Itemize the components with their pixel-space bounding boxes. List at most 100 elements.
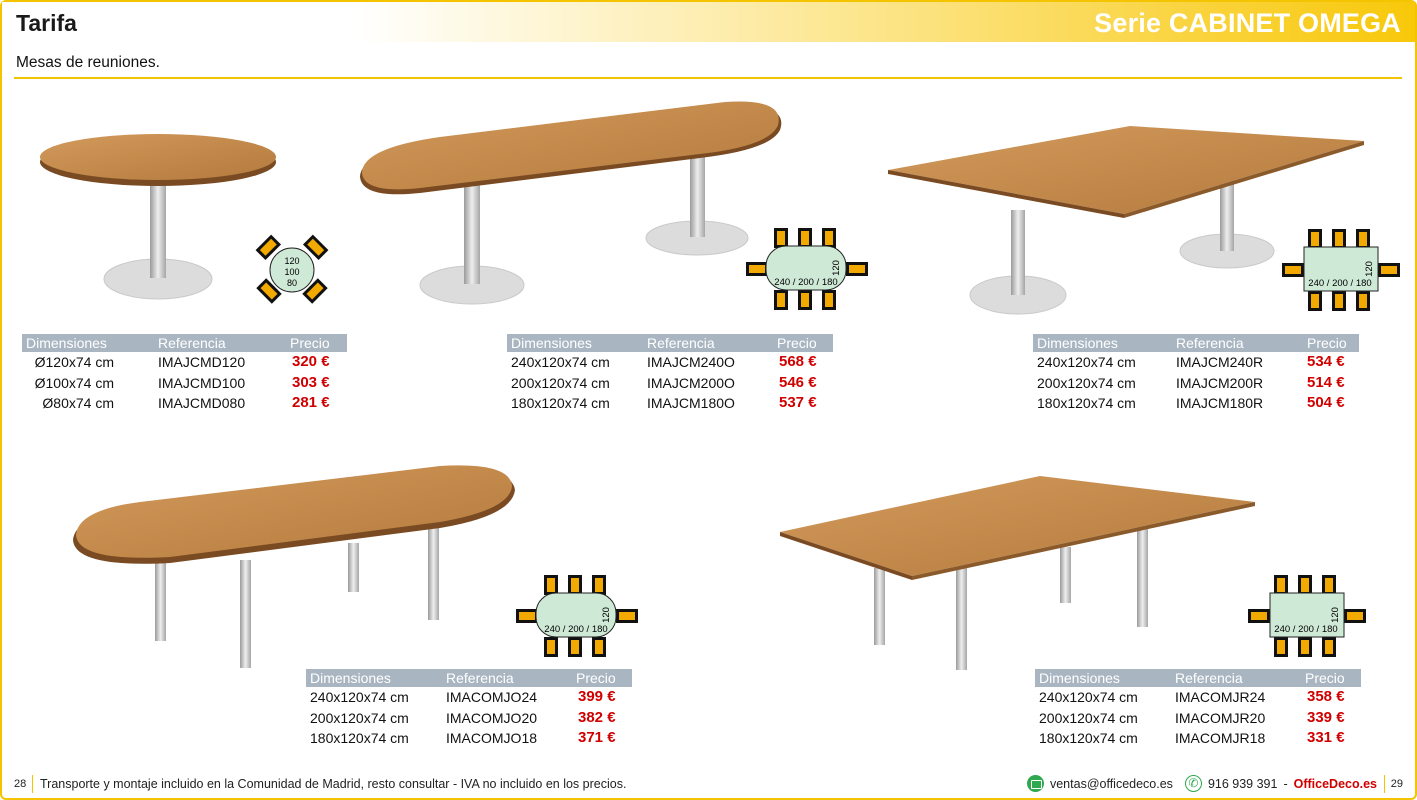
ref-cell: IMAJCM200R <box>1176 374 1264 391</box>
diagram-length: 240 / 200 / 180 <box>1308 278 1371 289</box>
dim-cell: 200x120x74 cm <box>1039 709 1138 726</box>
email-icon <box>1026 775 1044 792</box>
phone-icon: ✆ <box>1184 775 1202 792</box>
diagram-size-1: 120 <box>284 256 299 266</box>
diagram-width: 120 <box>1330 607 1341 623</box>
rect-table-4legs-image <box>780 476 1255 670</box>
price-table-2: Dimensiones Referencia Precio 240x120x74… <box>507 334 833 414</box>
price-cell: 382 € <box>578 708 616 726</box>
diagram-width: 120 <box>1364 261 1375 277</box>
col-precio: Precio <box>1303 334 1359 352</box>
footer-divider-right <box>1384 775 1385 793</box>
price-table-5: Dimensiones Referencia Precio 240x120x74… <box>1035 669 1361 749</box>
footer-dash: - <box>1283 776 1288 791</box>
seating-diagram-rect-2: 240 / 200 / 180 120 <box>1248 575 1366 657</box>
col-precio: Precio <box>572 669 632 687</box>
price-table-4: Dimensiones Referencia Precio 240x120x74… <box>306 669 632 749</box>
diagram-width: 120 <box>831 260 842 276</box>
diagram-length: 240 / 200 / 180 <box>544 624 607 635</box>
footer-note: Transporte y montaje incluido en la Comu… <box>40 777 627 791</box>
price-cell: 399 € <box>578 688 616 705</box>
ref-cell: IMAJCMD120 <box>158 354 246 370</box>
dim-cell: 180x120x74 cm <box>1039 730 1138 746</box>
table-row: 240x120x74 cm IMAJCM240O 568 € <box>507 352 833 373</box>
ref-cell: IMAJCM240R <box>1176 354 1264 370</box>
col-referencia: Referencia <box>1172 334 1303 352</box>
footer-contact: ventas@officedeco.es ✆ 916 939 391 - Off… <box>1026 775 1377 792</box>
price-cell: 514 € <box>1307 373 1345 391</box>
price-cell: 534 € <box>1307 353 1345 370</box>
table-row: 240x120x74 cm IMAJCM240R 534 € <box>1033 352 1359 373</box>
table-row: 200x120x74 cm IMACOMJR20 339 € <box>1035 708 1361 729</box>
round-table-image <box>40 134 276 300</box>
dim-cell: 200x120x74 cm <box>1037 374 1136 391</box>
oval-table-image <box>360 101 782 305</box>
seating-diagram-rect-1: 240 / 200 / 180 120 <box>1282 229 1400 311</box>
price-cell: 568 € <box>779 353 817 370</box>
col-referencia: Referencia <box>643 334 773 352</box>
footer-phone[interactable]: 916 939 391 <box>1208 777 1278 791</box>
table-row: 180x120x74 cm IMAJCM180O 537 € <box>507 393 833 414</box>
table-row: Ø80x74 cm IMAJCMD080 281 € <box>22 393 347 414</box>
price-cell: 358 € <box>1307 688 1345 705</box>
dim-cell: 200x120x74 cm <box>310 709 409 726</box>
footer-brand[interactable]: OfficeDeco.es <box>1294 777 1377 791</box>
table-row: 200x120x74 cm IMACOMJO20 382 € <box>306 708 632 729</box>
col-precio: Precio <box>1301 669 1361 687</box>
table-row: 180x120x74 cm IMAJCM180R 504 € <box>1033 393 1359 414</box>
dim-cell: Ø100x74 cm <box>34 374 114 391</box>
price-cell: 546 € <box>779 373 817 391</box>
price-cell: 281 € <box>292 394 330 411</box>
col-dimensiones: Dimensiones <box>306 669 442 687</box>
page-footer: 28 Transporte y montaje incluido en la C… <box>0 773 1417 797</box>
col-referencia: Referencia <box>154 334 286 352</box>
price-table-1: Dimensiones Referencia Precio Ø120x74 cm… <box>22 334 347 414</box>
price-table-3: Dimensiones Referencia Precio 240x120x74… <box>1033 334 1359 414</box>
col-dimensiones: Dimensiones <box>1033 334 1172 352</box>
ref-cell: IMAJCM180R <box>1176 395 1264 411</box>
dim-cell: 180x120x74 cm <box>1037 395 1136 411</box>
ref-cell: IMACOMJO18 <box>446 730 538 746</box>
price-cell: 371 € <box>578 729 616 746</box>
seating-diagram-round: 120 100 80 <box>255 234 329 304</box>
price-cell: 331 € <box>1307 729 1345 746</box>
dim-cell: 240x120x74 cm <box>511 354 610 370</box>
ref-cell: IMAJCM180O <box>647 395 735 411</box>
ref-cell: IMACOMJO24 <box>446 689 538 705</box>
ref-cell: IMACOMJO20 <box>446 709 538 726</box>
col-referencia: Referencia <box>442 669 572 687</box>
rect-table-image <box>888 126 1364 315</box>
page-number-right: 29 <box>1390 778 1403 790</box>
dim-cell: 240x120x74 cm <box>1037 354 1136 370</box>
seating-diagram-oval-2: 240 / 200 / 180 120 <box>516 575 638 657</box>
table-row: 180x120x74 cm IMACOMJR18 331 € <box>1035 728 1361 749</box>
diagram-length: 240 / 200 / 180 <box>1274 624 1337 635</box>
price-cell: 320 € <box>292 353 330 370</box>
table-row: 180x120x74 cm IMACOMJO18 371 € <box>306 728 632 749</box>
price-cell: 303 € <box>292 373 330 391</box>
footer-email[interactable]: ventas@officedeco.es <box>1050 777 1173 791</box>
table-row: Ø100x74 cm IMAJCMD100 303 € <box>22 373 347 394</box>
dim-cell: 240x120x74 cm <box>1039 689 1138 705</box>
col-dimensiones: Dimensiones <box>22 334 154 352</box>
price-cell: 339 € <box>1307 708 1345 726</box>
table-row: 200x120x74 cm IMAJCM200R 514 € <box>1033 373 1359 394</box>
table-row: Ø120x74 cm IMAJCMD120 320 € <box>22 352 347 373</box>
ref-cell: IMAJCM200O <box>647 374 735 391</box>
table-row: 200x120x74 cm IMAJCM200O 546 € <box>507 373 833 394</box>
ref-cell: IMACOMJR18 <box>1175 730 1266 746</box>
ref-cell: IMACOMJR20 <box>1175 709 1266 726</box>
ref-cell: IMAJCM240O <box>647 354 735 370</box>
page-number-left: 28 <box>14 778 27 790</box>
dim-cell: Ø120x74 cm <box>34 354 114 370</box>
diagram-length: 240 / 200 / 180 <box>774 277 837 288</box>
diagram-size-2: 100 <box>284 267 299 277</box>
table-row: 240x120x74 cm IMACOMJR24 358 € <box>1035 687 1361 708</box>
dim-cell: 180x120x74 cm <box>310 730 409 746</box>
seating-diagram-oval-1: 240 / 200 / 180 120 <box>746 228 868 310</box>
footer-divider-left <box>32 775 33 793</box>
dim-cell: 180x120x74 cm <box>511 395 610 411</box>
price-cell: 537 € <box>779 394 817 411</box>
oval-table-4legs-image <box>73 465 515 668</box>
ref-cell: IMAJCMD080 <box>158 395 246 411</box>
